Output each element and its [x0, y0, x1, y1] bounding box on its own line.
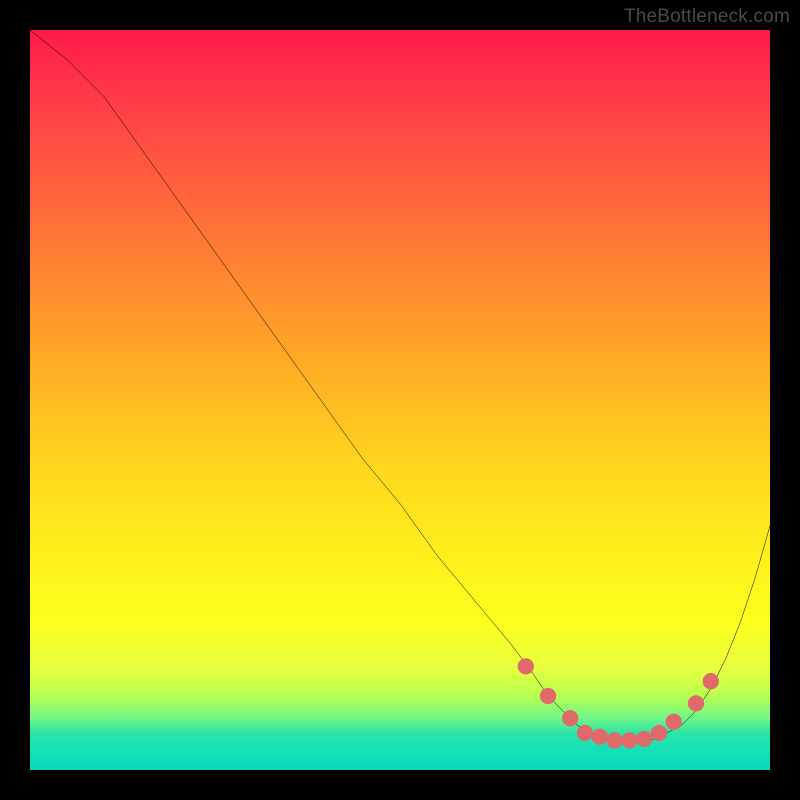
curve-marker	[592, 729, 608, 745]
bottleneck-curve	[30, 30, 770, 770]
curve-marker	[666, 714, 682, 730]
curve-marker	[606, 732, 622, 748]
curve-marker	[621, 732, 637, 748]
curve-marker	[518, 658, 534, 674]
curve-marker	[703, 673, 719, 689]
chart-viewport: TheBottleneck.com	[0, 0, 800, 800]
plot-area	[30, 30, 770, 770]
curve-marker	[651, 725, 667, 741]
watermark-text: TheBottleneck.com	[624, 6, 790, 28]
curve-marker	[636, 731, 652, 747]
curve-marker	[688, 695, 704, 711]
curve-marker	[540, 688, 556, 704]
curve-marker	[562, 710, 578, 726]
curve-path	[30, 30, 770, 740]
curve-marker	[577, 725, 593, 741]
